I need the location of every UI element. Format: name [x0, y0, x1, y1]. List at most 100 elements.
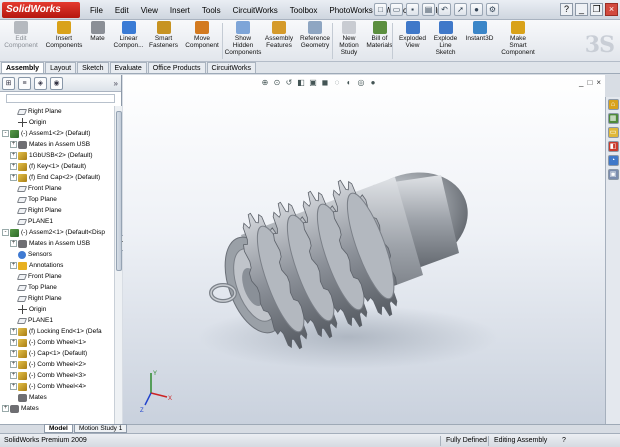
tree-item[interactable]: PLANE1 — [10, 315, 53, 326]
file-explorer-icon[interactable]: ▭ — [607, 127, 619, 138]
undo-icon[interactable]: ↶ — [438, 3, 451, 16]
menu-toolbox[interactable]: Toolbox — [284, 4, 324, 18]
search-icon[interactable]: ◧ — [607, 141, 619, 152]
expand-toggle-icon[interactable]: + — [10, 262, 17, 269]
edit-component-button[interactable]: Edit Component — [2, 21, 40, 49]
menu-view[interactable]: View — [135, 4, 164, 18]
tree-item[interactable]: + Mates — [2, 403, 39, 414]
tree-item[interactable]: Right Plane — [10, 106, 62, 117]
tree-scrollbar[interactable] — [114, 106, 122, 424]
close-button[interactable]: × — [605, 3, 618, 16]
new-document-icon[interactable]: □ — [374, 3, 387, 16]
solidworks-logo[interactable]: SolidWorks — [2, 2, 80, 18]
tree-item[interactable]: + (-) Comb Wheel<2> — [10, 359, 86, 370]
expand-toggle-icon[interactable]: + — [2, 405, 9, 412]
expand-toggle-icon[interactable]: + — [10, 240, 17, 247]
tree-item[interactable]: + (-) Comb Wheel<3> — [10, 370, 86, 381]
tree-item[interactable]: Sensors — [10, 249, 52, 260]
help-status-icon[interactable]: ? — [562, 434, 566, 447]
tab-office-products[interactable]: Office Products — [147, 62, 206, 73]
exploded-view-button[interactable]: Exploded View — [396, 21, 429, 49]
dimxpert-tab-icon[interactable]: ◉ — [50, 76, 63, 90]
tree-item[interactable]: Mates — [10, 392, 47, 403]
assembly-model[interactable]: Y X Z — [123, 75, 605, 424]
tree-item[interactable]: + Mates in Assem USB — [10, 139, 90, 150]
tab-assembly[interactable]: Assembly — [1, 62, 45, 73]
tree-item[interactable]: + (f) Locking End<1> (Defa — [10, 326, 102, 337]
tree-item[interactable]: Front Plane — [10, 183, 62, 194]
rebuild-icon[interactable]: ● — [470, 3, 483, 16]
insert-components-button[interactable]: Insert Components — [44, 21, 84, 49]
configuration-manager-tab-icon[interactable]: ◈ — [34, 76, 47, 90]
expand-toggle-icon[interactable]: + — [10, 372, 17, 379]
restore-button[interactable]: ❐ — [590, 3, 603, 16]
tab-evaluate[interactable]: Evaluate — [109, 62, 147, 73]
instant3d-button[interactable]: Instant3D — [462, 21, 497, 42]
tree-item[interactable]: + Mates in Assem USB — [10, 238, 90, 249]
view-palette-icon[interactable]: ◔ — [607, 155, 619, 166]
smart-fasteners-button[interactable]: Smart Fasteners — [147, 21, 180, 49]
tab-sketch[interactable]: Sketch — [77, 62, 109, 73]
expand-toggle-icon[interactable]: + — [10, 383, 17, 390]
print-icon[interactable]: ▤ — [422, 3, 435, 16]
show-hidden-button[interactable]: Show Hidden Components — [225, 21, 261, 56]
save-icon[interactable]: ▪ — [406, 3, 419, 16]
tree-item[interactable]: + (f) Key<1> (Default) — [10, 161, 86, 172]
tree-item[interactable]: Right Plane — [10, 205, 62, 216]
expand-toggle-icon[interactable]: + — [10, 350, 17, 357]
open-icon[interactable]: ▭ — [390, 3, 403, 16]
expand-toggle-icon[interactable]: - — [2, 130, 9, 137]
tree-item[interactable]: Top Plane — [10, 194, 57, 205]
expand-toggle-icon[interactable]: + — [10, 141, 17, 148]
assembly-features-button[interactable]: Assembly Features — [263, 21, 295, 49]
appearances-icon[interactable]: ▣ — [607, 169, 619, 180]
expand-toggle-icon[interactable]: + — [10, 163, 17, 170]
home-icon[interactable]: ⌂ — [607, 99, 619, 110]
expand-toggle-icon[interactable]: + — [10, 152, 17, 159]
expand-chevron-icon[interactable]: » — [114, 79, 118, 88]
tree-item[interactable]: - (-) Assem1<2> (Default) — [2, 128, 90, 139]
feature-manager-tab-icon[interactable]: ⊞ — [2, 76, 15, 90]
tree-item[interactable]: + (-) Comb Wheel<4> — [10, 381, 86, 392]
help-icon[interactable]: ? — [560, 3, 573, 16]
tree-item[interactable]: PLANE1 — [10, 216, 53, 227]
tab-model[interactable]: Model — [44, 424, 73, 433]
menu-photoworks[interactable]: PhotoWorks — [323, 4, 378, 18]
tree-item[interactable]: Top Plane — [10, 282, 57, 293]
menu-file[interactable]: File — [84, 4, 109, 18]
expand-toggle-icon[interactable]: - — [2, 229, 9, 236]
expand-toggle-icon[interactable]: + — [10, 328, 17, 335]
options-icon[interactable]: ⚙ — [486, 3, 499, 16]
menu-circuitworks[interactable]: CircuitWorks — [227, 4, 284, 18]
tree-item[interactable]: + Annotations — [10, 260, 63, 271]
tree-item[interactable]: Right Plane — [10, 293, 62, 304]
tree-item[interactable]: Origin — [10, 117, 46, 128]
minimize-button[interactable]: _ — [575, 3, 588, 16]
tab-circuitworks[interactable]: CircuitWorks — [206, 62, 257, 73]
reference-geometry-button[interactable]: Reference Geometry — [297, 21, 333, 49]
graphics-area[interactable]: ⊕ ⊙ ↺ ◧ ▣ ◼ ◌ ◐ ◎ ● _ □ × Y X Z — [123, 75, 605, 424]
expand-toggle-icon[interactable]: + — [10, 174, 17, 181]
tree-item[interactable]: + (-) Comb Wheel<1> — [10, 337, 86, 348]
mate-button[interactable]: Mate — [85, 21, 110, 42]
explode-line-sketch-button[interactable]: Explode Line Sketch — [431, 21, 460, 56]
expand-toggle-icon[interactable]: + — [10, 339, 17, 346]
property-manager-tab-icon[interactable]: ≡ — [18, 76, 31, 90]
linear-component-button[interactable]: Linear Compon... — [112, 21, 145, 49]
tab-motion-study[interactable]: Motion Study 1 — [74, 424, 128, 433]
design-library-icon[interactable]: ▦ — [607, 113, 619, 124]
tree-item[interactable]: +1GbUSB<2> (Default) — [10, 150, 93, 161]
menu-insert[interactable]: Insert — [164, 4, 196, 18]
menu-tools[interactable]: Tools — [196, 4, 227, 18]
select-icon[interactable]: ➚ — [454, 3, 467, 16]
expand-toggle-icon[interactable]: + — [10, 361, 17, 368]
tree-item[interactable]: Origin — [10, 304, 46, 315]
make-smart-component-button[interactable]: Make Smart Component — [499, 21, 537, 56]
tree-filter[interactable] — [6, 94, 115, 103]
tab-layout[interactable]: Layout — [45, 62, 77, 73]
menu-edit[interactable]: Edit — [109, 4, 135, 18]
tree-item[interactable]: - (-) Assem2<1> (Default<Disp — [2, 227, 105, 238]
tree-item[interactable]: Front Plane — [10, 271, 62, 282]
tree-item[interactable]: + (-) Cap<1> (Default) — [10, 348, 87, 359]
move-component-button[interactable]: Move Component — [182, 21, 222, 49]
